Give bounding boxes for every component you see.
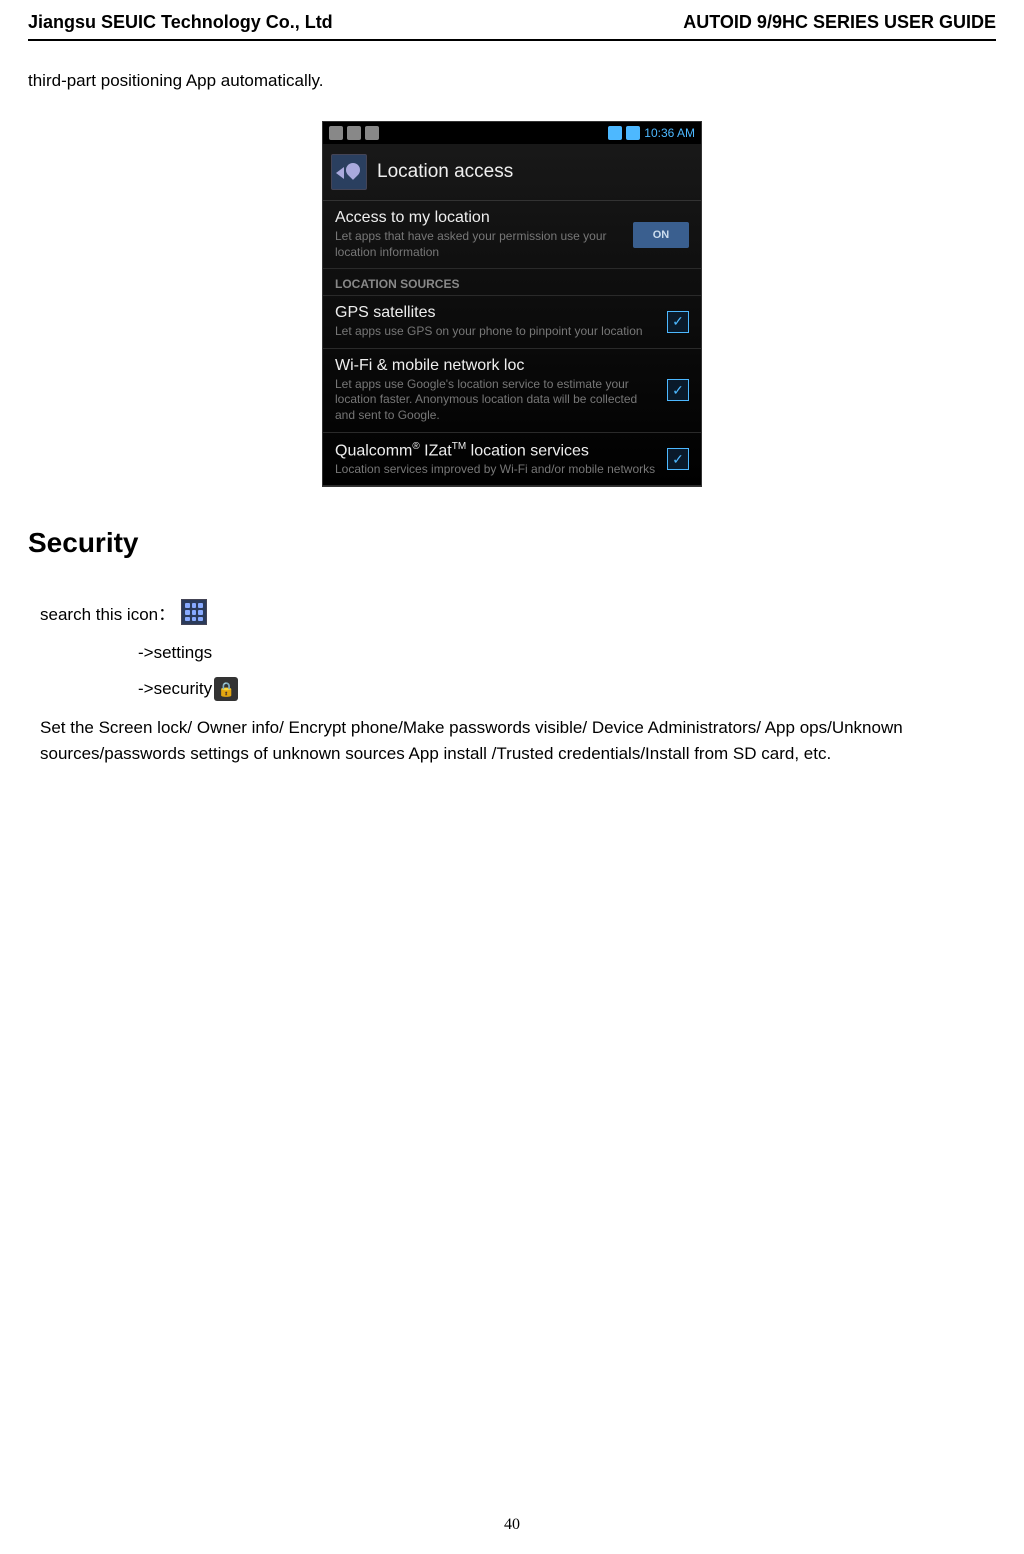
- status-notification-icon: [329, 126, 343, 140]
- search-instruction: search this icon：: [40, 599, 996, 625]
- security-body-text: Set the Screen lock/ Owner info/ Encrypt…: [40, 715, 996, 766]
- setting-wifi-title: Wi-Fi & mobile network loc: [335, 357, 657, 375]
- checkbox-icon[interactable]: ✓: [667, 379, 689, 401]
- setting-text-group: Wi-Fi & mobile network loc Let apps use …: [335, 357, 667, 424]
- setting-qualcomm-desc: Location services improved by Wi-Fi and/…: [335, 462, 657, 478]
- document-header: Jiangsu SEUIC Technology Co., Ltd AUTOID…: [0, 0, 1024, 39]
- setting-wifi-location[interactable]: Wi-Fi & mobile network loc Let apps use …: [323, 349, 701, 433]
- izat-text: IZat: [420, 442, 452, 459]
- status-time: 10:36 AM: [644, 126, 695, 140]
- lock-icon: 🔒: [214, 677, 238, 701]
- setting-access-desc: Let apps that have asked your permission…: [335, 229, 623, 260]
- setting-gps-title: GPS satellites: [335, 304, 657, 322]
- settings-arrow: ->settings: [138, 643, 212, 663]
- setting-qualcomm[interactable]: Qualcomm® IZatTM location services Locat…: [323, 433, 701, 487]
- registered-mark: ®: [412, 441, 419, 452]
- status-bar: 10:36 AM: [323, 122, 701, 144]
- signal-icon: [608, 126, 622, 140]
- navigation-step-settings: ->settings: [138, 643, 996, 663]
- setting-gps[interactable]: GPS satellites Let apps use GPS on your …: [323, 296, 701, 349]
- header-guide: AUTOID 9/9HC SERIES USER GUIDE: [683, 12, 996, 33]
- security-heading: Security: [28, 527, 996, 559]
- qualcomm-prefix: Qualcomm: [335, 442, 412, 459]
- page-number: 40: [0, 1516, 1024, 1534]
- setting-text-group: GPS satellites Let apps use GPS on your …: [335, 304, 667, 340]
- apps-grid-icon: [181, 599, 207, 625]
- checkbox-icon[interactable]: ✓: [667, 448, 689, 470]
- navigation-step-security: ->security 🔒: [138, 677, 996, 701]
- security-arrow: ->security: [138, 679, 212, 699]
- android-screenshot: 10:36 AM Location access Access to my lo…: [322, 121, 702, 487]
- intro-paragraph: third-part positioning App automatically…: [28, 71, 996, 91]
- setting-text-group: Access to my location Let apps that have…: [335, 209, 633, 260]
- setting-access-location[interactable]: Access to my location Let apps that have…: [323, 201, 701, 269]
- location-pin-icon: [343, 160, 363, 180]
- screen-title: Location access: [377, 161, 513, 183]
- setting-gps-desc: Let apps use GPS on your phone to pinpoi…: [335, 324, 657, 340]
- setting-text-group: Qualcomm® IZatTM location services Locat…: [335, 441, 667, 478]
- status-left-icons: [329, 126, 379, 140]
- page-content: third-part positioning App automatically…: [0, 71, 1024, 766]
- checkbox-icon[interactable]: ✓: [667, 311, 689, 333]
- header-divider: [28, 39, 996, 41]
- qualcomm-suffix: location services: [466, 442, 589, 459]
- search-label: search this icon：: [40, 600, 175, 625]
- section-header-sources: LOCATION SOURCES: [323, 269, 701, 296]
- setting-qualcomm-title: Qualcomm® IZatTM location services: [335, 441, 657, 460]
- toggle-switch[interactable]: ON: [633, 222, 689, 248]
- setting-access-title: Access to my location: [335, 209, 623, 227]
- screen-title-bar: Location access: [323, 144, 701, 201]
- header-company: Jiangsu SEUIC Technology Co., Ltd: [28, 12, 333, 33]
- status-right: 10:36 AM: [608, 126, 695, 140]
- setting-wifi-desc: Let apps use Google's location service t…: [335, 377, 657, 424]
- battery-icon: [626, 126, 640, 140]
- status-app-icon: [347, 126, 361, 140]
- back-icon[interactable]: [331, 154, 367, 190]
- screenshot-figure: 10:36 AM Location access Access to my lo…: [28, 121, 996, 487]
- trademark: TM: [452, 441, 466, 452]
- status-alarm-icon: [365, 126, 379, 140]
